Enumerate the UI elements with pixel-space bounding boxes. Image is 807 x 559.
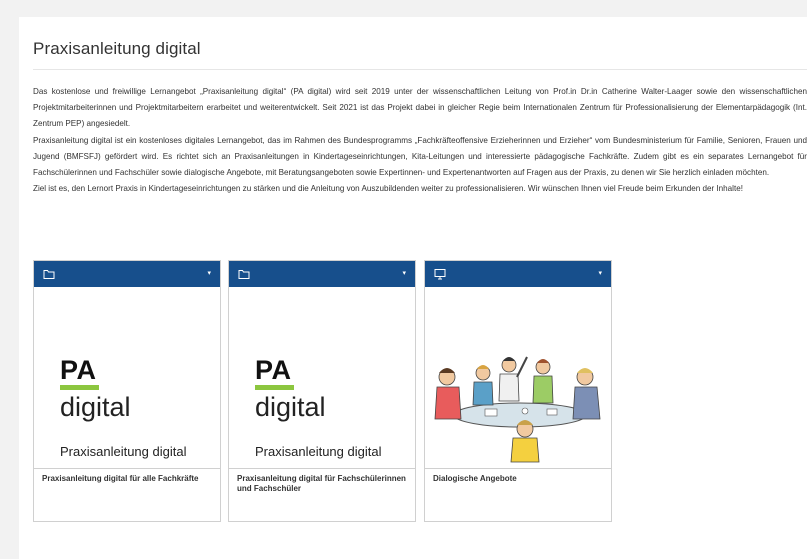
tile-header: ▾ bbox=[425, 261, 611, 287]
main-content: Praxisanleitung digital Das kostenlose u… bbox=[19, 17, 807, 559]
tile-image: PA digital Praxisanleitung digital bbox=[229, 287, 415, 467]
group-discussion-illustration bbox=[434, 356, 601, 463]
folder-icon bbox=[238, 270, 250, 279]
logo-digital-text: digital bbox=[255, 392, 326, 422]
logo-accent-bar bbox=[60, 385, 99, 390]
tile-image bbox=[425, 287, 611, 467]
tile-label[interactable]: Praxisanleitung digital für alle Fachkrä… bbox=[42, 474, 212, 484]
title-divider bbox=[33, 69, 807, 70]
tile-label[interactable]: Dialogische Angebote bbox=[433, 474, 603, 484]
tile-grid: ▾ PA digital Praxisanleitung digital Pra… bbox=[33, 260, 633, 522]
tile-image: PA digital Praxisanleitung digital bbox=[34, 287, 220, 467]
intro-paragraph-1: Das kostenlose und freiwillige Lernangeb… bbox=[33, 87, 807, 129]
chevron-down-icon[interactable]: ▾ bbox=[207, 269, 211, 279]
page-title: Praxisanleitung digital bbox=[33, 39, 201, 58]
logo-accent-bar bbox=[255, 385, 294, 390]
tile-divider bbox=[34, 468, 220, 469]
logo-pa-text: PA bbox=[60, 355, 97, 385]
tile-header: ▾ bbox=[34, 261, 220, 287]
tile-header: ▾ bbox=[229, 261, 415, 287]
monitor-icon bbox=[434, 269, 446, 280]
tile-fachkraefte[interactable]: ▾ PA digital Praxisanleitung digital Pra… bbox=[33, 260, 221, 522]
intro-paragraph-2: Praxisanleitung digital ist ein kostenlo… bbox=[33, 135, 807, 178]
folder-icon bbox=[43, 270, 55, 279]
tile-divider bbox=[229, 468, 415, 469]
logo-pa-text: PA bbox=[255, 355, 292, 385]
logo-subtitle: Praxisanleitung digital bbox=[60, 444, 187, 459]
intro-text: Das kostenlose und freiwillige Lernangeb… bbox=[33, 84, 807, 197]
tile-label[interactable]: Praxisanleitung digital für Fachschüleri… bbox=[237, 474, 407, 494]
tile-divider bbox=[425, 468, 611, 469]
tile-fachschueler[interactable]: ▾ PA digital Praxisanleitung digital Pra… bbox=[228, 260, 416, 522]
chevron-down-icon[interactable]: ▾ bbox=[598, 269, 602, 279]
intro-paragraph-3: Ziel ist es, den Lernort Praxis in Kinde… bbox=[33, 184, 743, 194]
chevron-down-icon[interactable]: ▾ bbox=[402, 269, 406, 279]
logo-digital-text: digital bbox=[60, 392, 131, 422]
logo-subtitle: Praxisanleitung digital bbox=[255, 444, 382, 459]
tile-dialogische-angebote[interactable]: ▾ Dialogische Angebote bbox=[424, 260, 612, 522]
